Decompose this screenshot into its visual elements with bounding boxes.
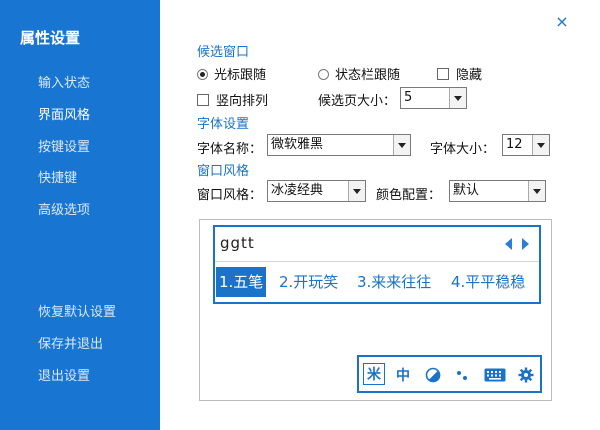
checkbox-unchecked-icon bbox=[197, 94, 209, 106]
candidate-item[interactable]: 1.五笔 bbox=[216, 267, 267, 297]
candidate-item[interactable]: 4.平平稳稳 bbox=[451, 267, 525, 297]
font-size-select[interactable]: 12 bbox=[502, 134, 550, 156]
arrow-left-icon[interactable] bbox=[505, 238, 512, 250]
window-style-label: 窗口风格： bbox=[197, 188, 263, 203]
window-style-value: 冰凌经典 bbox=[271, 183, 324, 198]
divider bbox=[215, 261, 539, 262]
vertical-layout-label: 竖向排列 bbox=[216, 94, 269, 109]
follow-statusbar-radio[interactable]: 状态栏跟随 bbox=[318, 64, 400, 83]
font-name-value: 微软雅黑 bbox=[271, 137, 324, 152]
chevron-down-icon bbox=[393, 135, 410, 155]
font-name-label: 字体名称： bbox=[197, 142, 263, 157]
candidate-item[interactable]: 2.开玩笑 bbox=[279, 267, 338, 297]
status-toolbar-preview: 米 中 bbox=[357, 355, 542, 393]
restore-defaults-button[interactable]: 恢复默认设置 bbox=[38, 301, 116, 320]
page-size-select[interactable]: 5 bbox=[400, 87, 467, 109]
hide-checkbox[interactable]: 隐藏 bbox=[437, 64, 482, 83]
checkbox-unchecked-icon bbox=[437, 68, 449, 80]
window-style-section-title: 窗口风格 bbox=[197, 164, 250, 179]
style-preview: ggtt 1.五笔 2.开玩笑 3.来来往往 4.平平稳稳 米 中 bbox=[199, 219, 552, 401]
radio-checked-icon bbox=[197, 69, 208, 80]
font-section-title: 字体设置 bbox=[197, 117, 250, 132]
keyboard-icon[interactable] bbox=[483, 365, 507, 385]
page-arrows bbox=[505, 237, 529, 251]
follow-cursor-radio[interactable]: 光标跟随 bbox=[197, 64, 266, 83]
vertical-layout-checkbox[interactable]: 竖向排列 bbox=[197, 90, 268, 109]
window-style-select[interactable]: 冰凌经典 bbox=[267, 180, 366, 202]
chevron-down-icon bbox=[528, 181, 545, 201]
sidebar-item-shortcuts[interactable]: 快捷键 bbox=[38, 167, 77, 186]
exit-settings-button[interactable]: 退出设置 bbox=[38, 365, 90, 384]
settings-icon[interactable] bbox=[516, 365, 536, 385]
page-size-value: 5 bbox=[404, 90, 413, 105]
hide-label: 隐藏 bbox=[456, 68, 483, 83]
chevron-down-icon bbox=[532, 135, 549, 155]
follow-statusbar-label: 状态栏跟随 bbox=[335, 68, 401, 83]
page-size-label: 候选页大小： bbox=[318, 94, 397, 109]
candidate-item[interactable]: 3.来来往往 bbox=[357, 267, 431, 297]
chinese-mode-icon[interactable]: 米 bbox=[363, 363, 385, 385]
arrow-right-icon[interactable] bbox=[522, 238, 529, 250]
sidebar-item-advanced[interactable]: 高级选项 bbox=[38, 199, 90, 218]
settings-panel: × 候选窗口 光标跟随 状态栏跟随 隐藏 竖向排列 候选页大小： 5 字体设置 … bbox=[160, 0, 600, 430]
follow-cursor-label: 光标跟随 bbox=[214, 68, 267, 83]
sidebar-item-input-status[interactable]: 输入状态 bbox=[38, 72, 90, 91]
candidate-window-section-title: 候选窗口 bbox=[197, 45, 250, 60]
save-and-exit-button[interactable]: 保存并退出 bbox=[38, 333, 103, 352]
close-icon[interactable]: × bbox=[552, 12, 572, 32]
sidebar-title: 属性设置 bbox=[20, 29, 81, 47]
sidebar-item-appearance[interactable]: 界面风格 bbox=[38, 104, 90, 123]
chevron-down-icon bbox=[449, 88, 466, 108]
full-width-icon[interactable]: 中 bbox=[393, 365, 413, 385]
sidebar: 属性设置 输入状态 界面风格 按键设置 快捷键 高级选项 恢复默认设置 保存并退… bbox=[0, 0, 160, 430]
skin-icon[interactable] bbox=[423, 365, 443, 385]
font-name-select[interactable]: 微软雅黑 bbox=[267, 134, 411, 156]
radio-unchecked-icon bbox=[318, 69, 329, 80]
color-config-select[interactable]: 默认 bbox=[449, 180, 546, 202]
candidate-window-preview: ggtt 1.五笔 2.开玩笑 3.来来往往 4.平平稳稳 bbox=[213, 225, 541, 304]
pinyin-input: ggtt bbox=[220, 234, 255, 252]
punctuation-icon[interactable] bbox=[452, 365, 472, 385]
color-config-label: 颜色配置： bbox=[376, 188, 442, 203]
sidebar-item-key-settings[interactable]: 按键设置 bbox=[38, 136, 90, 155]
chevron-down-icon bbox=[348, 181, 365, 201]
color-config-value: 默认 bbox=[453, 183, 480, 198]
font-size-value: 12 bbox=[506, 137, 523, 152]
font-size-label: 字体大小： bbox=[430, 142, 496, 157]
